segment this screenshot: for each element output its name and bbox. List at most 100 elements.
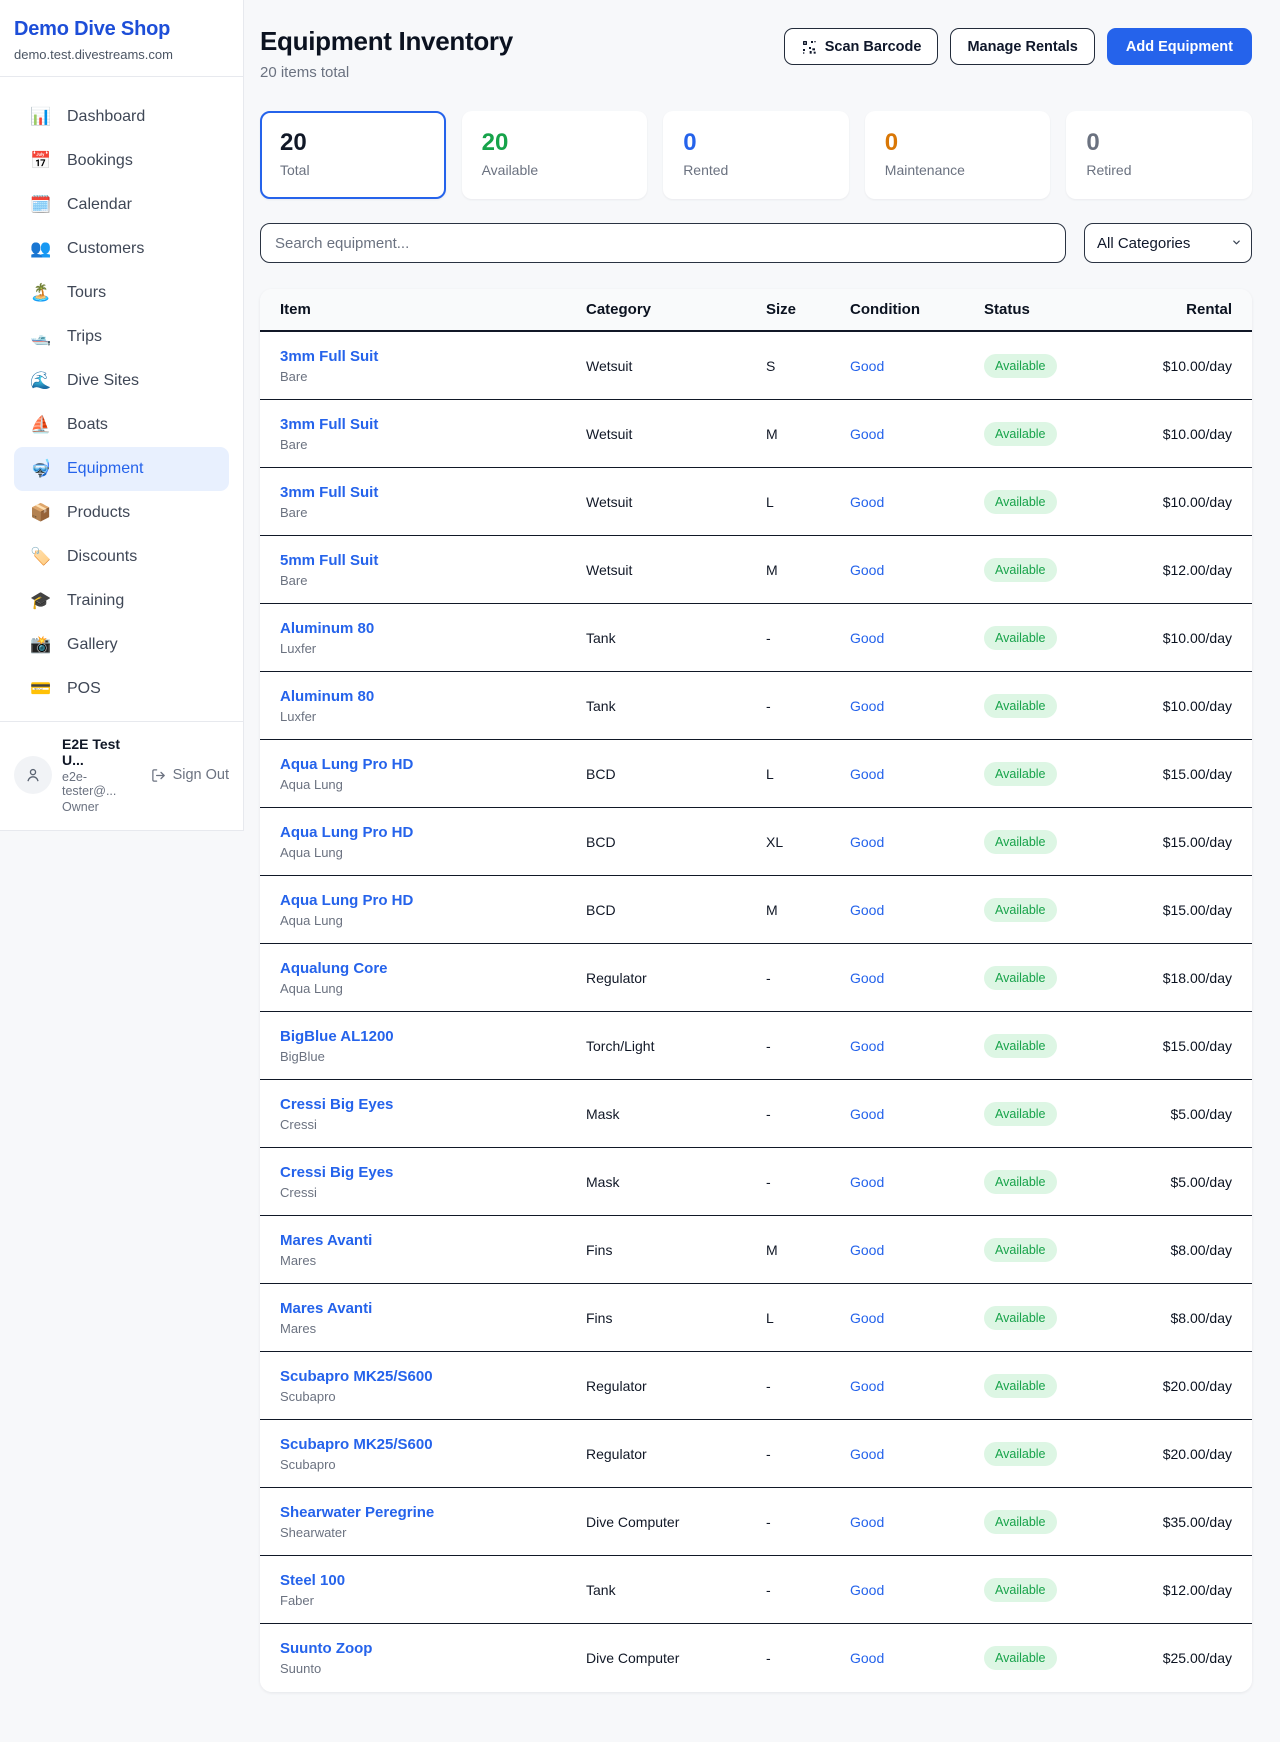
stat-card-retired[interactable]: 0 Retired: [1066, 111, 1252, 199]
item-name-link[interactable]: 3mm Full Suit: [280, 348, 586, 365]
item-name-link[interactable]: Aluminum 80: [280, 620, 586, 637]
sidebar-item-calendar[interactable]: 🗓️ Calendar: [14, 183, 229, 227]
sign-out-button[interactable]: Sign Out: [151, 767, 229, 783]
item-rental: $5.00/day: [1130, 1106, 1252, 1122]
item-name-link[interactable]: 3mm Full Suit: [280, 484, 586, 501]
item-category: Wetsuit: [586, 494, 766, 510]
stat-card-total[interactable]: 20 Total: [260, 111, 446, 199]
item-condition-link[interactable]: Good: [850, 1174, 984, 1190]
status-cell: Available: [984, 1102, 1130, 1126]
item-name-link[interactable]: Steel 100: [280, 1572, 586, 1589]
item-name-link[interactable]: Aqua Lung Pro HD: [280, 824, 586, 841]
scan-barcode-button[interactable]: Scan Barcode: [784, 28, 939, 65]
item-cell: Aqua Lung Pro HD Aqua Lung: [260, 756, 586, 792]
stat-card-rented[interactable]: 0 Rented: [663, 111, 849, 199]
sidebar-item-pos[interactable]: 💳 POS: [14, 667, 229, 711]
item-condition-link[interactable]: Good: [850, 1106, 984, 1122]
status-badge: Available: [984, 1578, 1057, 1602]
item-name-link[interactable]: 5mm Full Suit: [280, 552, 586, 569]
search-input[interactable]: [260, 223, 1066, 263]
sidebar-item-dive-sites[interactable]: 🌊 Dive Sites: [14, 359, 229, 403]
sidebar-item-label: Equipment: [67, 460, 144, 478]
item-size: -: [766, 1650, 850, 1666]
item-brand: Cressi: [280, 1117, 586, 1132]
status-cell: Available: [984, 1374, 1130, 1398]
item-condition-link[interactable]: Good: [850, 970, 984, 986]
item-name-link[interactable]: Cressi Big Eyes: [280, 1096, 586, 1113]
manage-rentals-button[interactable]: Manage Rentals: [950, 28, 1094, 65]
item-condition-link[interactable]: Good: [850, 1310, 984, 1326]
brand-block: Demo Dive Shop demo.test.divestreams.com: [0, 0, 243, 77]
item-condition-link[interactable]: Good: [850, 766, 984, 782]
main-content: Equipment Inventory 20 items total Scan …: [244, 0, 1280, 1732]
item-condition-link[interactable]: Good: [850, 562, 984, 578]
equipment-table: Item Category Size Condition Status Rent…: [260, 289, 1252, 1692]
table-row: Scubapro MK25/S600 Scubapro Regulator - …: [260, 1352, 1252, 1420]
item-cell: Aqualung Core Aqua Lung: [260, 960, 586, 996]
header-actions: Scan Barcode Manage Rentals Add Equipmen…: [784, 28, 1252, 65]
item-condition-link[interactable]: Good: [850, 494, 984, 510]
sidebar-item-trips[interactable]: 🛥️ Trips: [14, 315, 229, 359]
item-name-link[interactable]: Cressi Big Eyes: [280, 1164, 586, 1181]
item-name-link[interactable]: Aqualung Core: [280, 960, 586, 977]
table-row: Scubapro MK25/S600 Scubapro Regulator - …: [260, 1420, 1252, 1488]
sidebar-item-dashboard[interactable]: 📊 Dashboard: [14, 95, 229, 139]
table-row: Suunto Zoop Suunto Dive Computer - Good …: [260, 1624, 1252, 1692]
sidebar-item-bookings[interactable]: 📅 Bookings: [14, 139, 229, 183]
item-name-link[interactable]: Aluminum 80: [280, 688, 586, 705]
sidebar-item-equipment[interactable]: 🤿 Equipment: [14, 447, 229, 491]
item-name-link[interactable]: Aqua Lung Pro HD: [280, 756, 586, 773]
item-condition-link[interactable]: Good: [850, 698, 984, 714]
item-size: -: [766, 1378, 850, 1394]
sidebar-item-boats[interactable]: ⛵ Boats: [14, 403, 229, 447]
item-cell: Aluminum 80 Luxfer: [260, 620, 586, 656]
sidebar-item-icon: 💳: [30, 679, 52, 699]
item-name-link[interactable]: Aqua Lung Pro HD: [280, 892, 586, 909]
status-badge: Available: [984, 762, 1057, 786]
table-row: Cressi Big Eyes Cressi Mask - Good Avail…: [260, 1080, 1252, 1148]
status-badge: Available: [984, 1306, 1057, 1330]
item-name-link[interactable]: 3mm Full Suit: [280, 416, 586, 433]
item-condition-link[interactable]: Good: [850, 1038, 984, 1054]
item-condition-link[interactable]: Good: [850, 902, 984, 918]
item-name-link[interactable]: Suunto Zoop: [280, 1640, 586, 1657]
item-name-link[interactable]: Scubapro MK25/S600: [280, 1436, 586, 1453]
item-cell: Cressi Big Eyes Cressi: [260, 1164, 586, 1200]
item-condition-link[interactable]: Good: [850, 1378, 984, 1394]
item-condition-link[interactable]: Good: [850, 630, 984, 646]
item-condition-link[interactable]: Good: [850, 1582, 984, 1598]
sidebar-item-label: Customers: [67, 240, 144, 258]
item-name-link[interactable]: Mares Avanti: [280, 1232, 586, 1249]
sign-out-icon: [151, 768, 166, 783]
sidebar-item-gallery[interactable]: 📸 Gallery: [14, 623, 229, 667]
column-header-status: Status: [984, 301, 1130, 318]
stat-card-maintenance[interactable]: 0 Maintenance: [865, 111, 1051, 199]
item-name-link[interactable]: Shearwater Peregrine: [280, 1504, 586, 1521]
item-brand: Bare: [280, 505, 586, 520]
category-select[interactable]: All Categories: [1084, 223, 1252, 263]
item-name-link[interactable]: BigBlue AL1200: [280, 1028, 586, 1045]
item-rental: $8.00/day: [1130, 1310, 1252, 1326]
item-condition-link[interactable]: Good: [850, 1514, 984, 1530]
item-name-link[interactable]: Scubapro MK25/S600: [280, 1368, 586, 1385]
sidebar-item-discounts[interactable]: 🏷️ Discounts: [14, 535, 229, 579]
item-size: XL: [766, 834, 850, 850]
item-condition-link[interactable]: Good: [850, 1242, 984, 1258]
item-rental: $12.00/day: [1130, 1582, 1252, 1598]
user-block: E2E Test U... e2e-tester@... Owner Sign …: [0, 721, 243, 830]
sidebar-item-customers[interactable]: 👥 Customers: [14, 227, 229, 271]
sidebar-item-label: Discounts: [67, 548, 137, 566]
item-condition-link[interactable]: Good: [850, 834, 984, 850]
item-condition-link[interactable]: Good: [850, 358, 984, 374]
item-condition-link[interactable]: Good: [850, 1650, 984, 1666]
sidebar-item-tours[interactable]: 🏝️ Tours: [14, 271, 229, 315]
item-brand: Aqua Lung: [280, 981, 586, 996]
sidebar-item-training[interactable]: 🎓 Training: [14, 579, 229, 623]
item-name-link[interactable]: Mares Avanti: [280, 1300, 586, 1317]
add-equipment-button[interactable]: Add Equipment: [1107, 28, 1252, 65]
stat-card-available[interactable]: 20 Available: [462, 111, 648, 199]
sidebar-item-products[interactable]: 📦 Products: [14, 491, 229, 535]
item-condition-link[interactable]: Good: [850, 1446, 984, 1462]
table-row: Mares Avanti Mares Fins M Good Available…: [260, 1216, 1252, 1284]
item-condition-link[interactable]: Good: [850, 426, 984, 442]
